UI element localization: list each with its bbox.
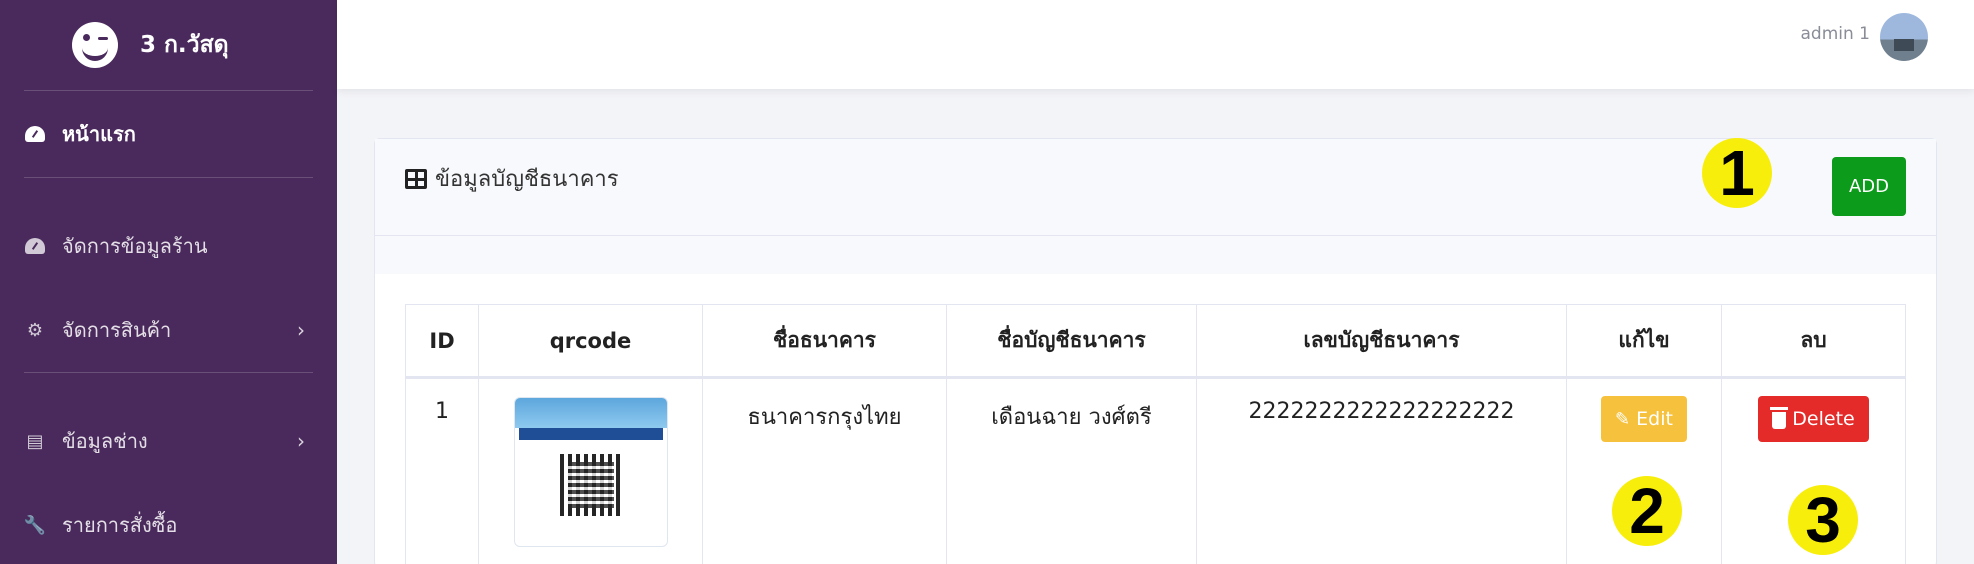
column-header-qrcode: qrcode — [478, 304, 703, 379]
sidebar-item-label: หน้าแรก — [62, 122, 136, 146]
sidebar-item-label: จัดการข้อมูลร้าน — [62, 234, 208, 258]
sidebar-item-technician[interactable]: ▤ ข้อมูลช่าง › — [0, 399, 337, 483]
topbar: admin 1 — [337, 0, 1974, 89]
edit-icon: ✎ — [1615, 408, 1631, 430]
delete-button[interactable]: Delete — [1758, 396, 1869, 442]
trash-icon — [1770, 407, 1789, 429]
qrcode-image — [513, 397, 668, 547]
table-icon — [405, 168, 427, 189]
sidebar-item-store-management[interactable]: จัดการข้อมูลร้าน — [0, 204, 337, 288]
column-header-bank-name: ชื่อธนาคาร — [702, 304, 947, 379]
avatar[interactable] — [1880, 13, 1928, 61]
wink-face-icon — [72, 22, 118, 68]
delete-label: Delete — [1792, 408, 1855, 430]
table-row: 1 ธนาคารกรุงไทย เดือนฉาย วงศ์ตรี 2222222… — [405, 377, 1906, 564]
sidebar-item-label: ข้อมูลช่าง — [62, 429, 148, 453]
cell-account-number: 2222222222222222222 — [1196, 377, 1567, 564]
table-header-row: ID qrcode ชื่อธนาคาร ชื่อบัญชีธนาคาร เลข… — [405, 304, 1906, 379]
column-header-account-number: เลขบัญชีธนาคาร — [1196, 304, 1567, 379]
annotation-marker-3: 3 — [1788, 485, 1858, 555]
column-header-id: ID — [405, 304, 479, 379]
edit-button[interactable]: ✎ Edit — [1601, 396, 1687, 442]
column-header-account-name: ชื่อบัญชีธนาคาร — [946, 304, 1197, 379]
sidebar: 3 ก.วัสดุ หน้าแรก จัดการข้อมูลร้าน ⚙ จัด… — [0, 0, 337, 564]
annotation-marker-1: 1 — [1702, 138, 1772, 208]
chevron-right-icon: › — [297, 318, 305, 342]
wrench-icon: 🔧 — [23, 514, 47, 536]
cell-bank-name: ธนาคารกรุงไทย — [702, 377, 947, 564]
gauge-icon — [24, 235, 46, 257]
cell-qrcode — [478, 377, 703, 564]
user-name[interactable]: admin 1 — [1801, 24, 1871, 44]
brand[interactable]: 3 ก.วัสดุ — [0, 0, 337, 90]
sidebar-item-product-management[interactable]: ⚙ จัดการสินค้า › — [0, 288, 337, 372]
list-icon: ▤ — [26, 430, 44, 452]
sidebar-item-orders[interactable]: 🔧 รายการสั่งซื้อ — [0, 483, 337, 564]
brand-title: 3 ก.วัสดุ — [140, 32, 229, 58]
column-header-delete: ลบ — [1721, 304, 1906, 379]
edit-label: Edit — [1636, 408, 1673, 430]
card-title: ข้อมูลบัญชีธนาคาร — [405, 161, 619, 196]
sidebar-item-label: รายการสั่งซื้อ — [62, 513, 178, 537]
add-button[interactable]: ADD — [1832, 157, 1906, 216]
card-title-text: ข้อมูลบัญชีธนาคาร — [435, 167, 619, 192]
annotation-marker-2: 2 — [1612, 476, 1682, 546]
gauge-icon — [24, 123, 46, 145]
card-header: ข้อมูลบัญชีธนาคาร ADD — [375, 139, 1936, 236]
card-strip — [375, 236, 1936, 274]
cell-id: 1 — [405, 377, 479, 564]
column-header-edit: แก้ไข — [1566, 304, 1722, 379]
bank-account-card: ข้อมูลบัญชีธนาคาร ADD ID qrcode ชื่อธนาค… — [374, 138, 1937, 564]
chevron-right-icon: › — [297, 429, 305, 453]
sidebar-item-home[interactable]: หน้าแรก — [0, 91, 337, 177]
bank-account-table: ID qrcode ชื่อธนาคาร ชื่อบัญชีธนาคาร เลข… — [405, 304, 1906, 564]
gear-icon: ⚙ — [26, 319, 44, 341]
sidebar-item-label: จัดการสินค้า — [62, 318, 172, 342]
cell-account-name: เดือนฉาย วงศ์ตรี — [946, 377, 1197, 564]
